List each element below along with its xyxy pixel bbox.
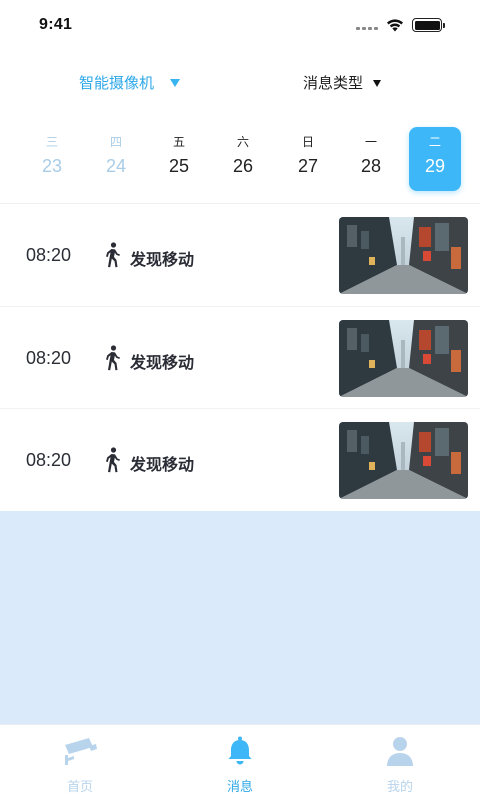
signal-icon <box>356 26 378 30</box>
status-indicators <box>356 18 445 32</box>
event-label: 发现移动 <box>130 250 195 269</box>
event-thumbnail[interactable] <box>339 319 468 397</box>
date-weekday: 二 <box>428 135 441 149</box>
date-item[interactable]: 四 24 <box>90 127 142 191</box>
date-day: 23 <box>41 156 63 176</box>
date-item[interactable]: 一 28 <box>345 127 397 191</box>
tab-label: 我的 <box>386 780 413 795</box>
camera-filter-label: 智能摄像机 <box>79 74 155 92</box>
event-label: 发现移动 <box>130 455 195 474</box>
chevron-down-icon <box>373 79 382 87</box>
event-time: 08:20 <box>26 450 72 470</box>
date-item[interactable]: 日 27 <box>282 127 334 191</box>
date-weekday: 六 <box>236 135 249 149</box>
date-item[interactable]: 三 23 <box>26 127 78 191</box>
user-icon <box>387 737 413 766</box>
tab-label: 消息 <box>226 780 253 795</box>
status-bar: 9:41 <box>0 0 480 52</box>
date-item-selected[interactable]: 二 29 <box>409 127 461 191</box>
date-item[interactable]: 五 25 <box>153 127 205 191</box>
event-thumbnail[interactable] <box>339 217 468 294</box>
date-weekday: 四 <box>109 135 122 149</box>
bottom-tab-bar: 首页 消息 我的 <box>0 724 480 800</box>
message-type-dropdown[interactable]: 消息类型 <box>303 72 382 93</box>
date-weekday: 五 <box>172 135 185 149</box>
camera-icon <box>65 738 97 765</box>
tab-profile[interactable]: 我的 <box>350 735 450 795</box>
date-weekday: 三 <box>45 135 58 149</box>
date-day: 25 <box>168 156 190 176</box>
filter-bar: 智能摄像机 消息类型 <box>0 62 480 104</box>
date-day: 24 <box>105 156 127 176</box>
tab-label: 首页 <box>66 780 93 795</box>
chevron-down-icon <box>170 79 181 87</box>
tab-home[interactable]: 首页 <box>30 735 130 795</box>
message-type-label: 消息类型 <box>303 74 364 92</box>
empty-list-area <box>0 511 480 724</box>
event-time: 08:20 <box>26 347 72 368</box>
wifi-icon <box>387 19 403 32</box>
camera-filter-dropdown[interactable]: 智能摄像机 <box>79 72 181 93</box>
event-label: 发现移动 <box>130 352 195 372</box>
date-day: 27 <box>297 156 319 176</box>
status-time: 9:41 <box>39 16 73 33</box>
event-row[interactable]: 08:20 发现移动 <box>0 409 480 512</box>
walking-person-icon <box>106 447 120 473</box>
date-day: 29 <box>424 156 446 176</box>
date-day: 26 <box>232 156 254 176</box>
event-row[interactable]: 08:20 发现移动 <box>0 307 480 409</box>
date-item[interactable]: 六 26 <box>217 127 269 191</box>
battery-icon <box>412 18 445 32</box>
event-list: 08:20 发现移动 08:20 发现移动 08:20 发现移动 <box>0 204 480 512</box>
event-thumbnail[interactable] <box>339 422 468 499</box>
event-row[interactable]: 08:20 发现移动 <box>0 204 480 307</box>
walking-person-icon <box>106 242 120 268</box>
tab-messages[interactable]: 消息 <box>190 735 290 795</box>
bell-icon <box>228 736 252 765</box>
walking-person-icon <box>106 344 120 370</box>
date-weekday: 一 <box>364 135 377 149</box>
date-day: 28 <box>360 156 382 176</box>
date-weekday: 日 <box>301 135 314 149</box>
date-strip: 三 23 四 24 五 25 六 26 日 27 一 28 二 29 <box>0 125 480 195</box>
event-time: 08:20 <box>26 245 72 265</box>
